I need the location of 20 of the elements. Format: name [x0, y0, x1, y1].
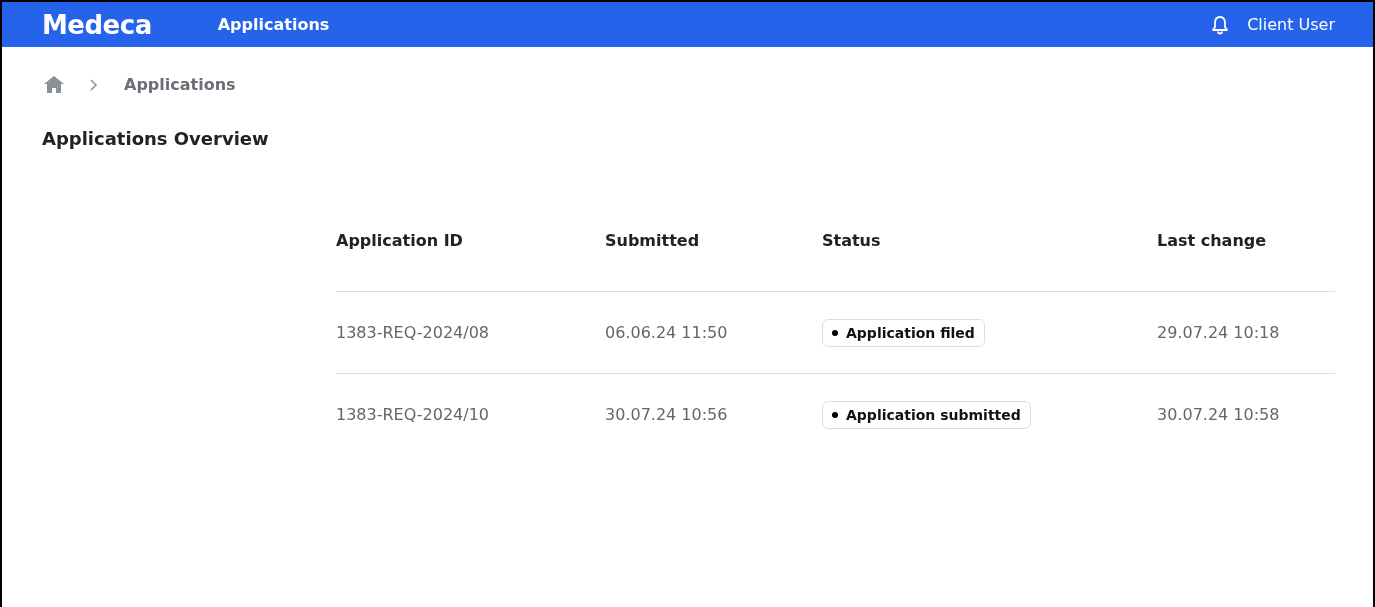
home-icon[interactable] [44, 76, 64, 93]
status-badge: Application submitted [822, 400, 1031, 429]
column-header: Last change [1157, 231, 1268, 250]
bell-icon[interactable] [1211, 14, 1230, 35]
nav-link[interactable]: Applications [217, 15, 330, 34]
page-title: Applications Overview [42, 128, 270, 149]
logo[interactable]: Medeca [42, 9, 152, 40]
table-cell-text: 1383-REQ-2024/08 [336, 323, 490, 342]
column-header: Status [822, 231, 882, 250]
table-cell-text: 30.07.24 10:58 [1157, 405, 1281, 424]
user-name[interactable]: Client User [1247, 15, 1335, 34]
table-cell-text: 1383-REQ-2024/10 [336, 405, 490, 424]
column-header: Application ID [336, 231, 464, 250]
table-cell-text: 30.07.24 10:56 [605, 405, 729, 424]
chevron-icon [90, 78, 98, 91]
status-badge: Application filed [822, 318, 985, 347]
table-cell-text: 29.07.24 10:18 [1157, 323, 1281, 342]
column-header: Submitted [605, 231, 701, 250]
table-cell-text: 06.06.24 11:50 [605, 323, 729, 342]
breadcrumb-item[interactable]: Applications [124, 75, 236, 94]
